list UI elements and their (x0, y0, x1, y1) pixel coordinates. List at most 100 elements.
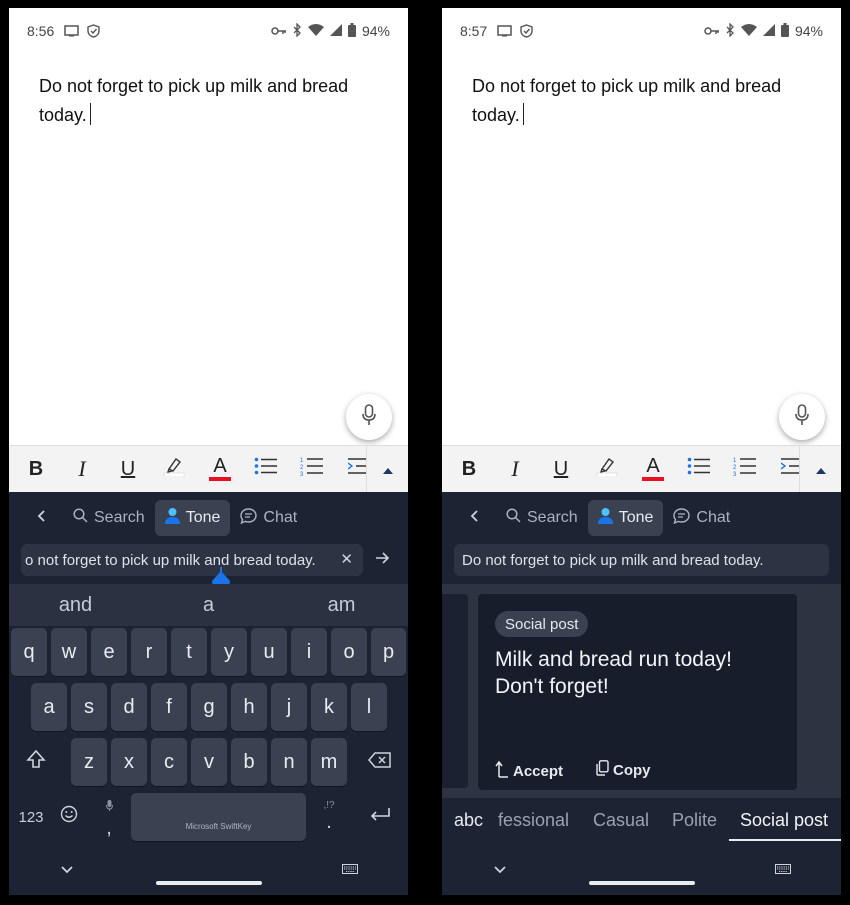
key-p[interactable]: p (371, 628, 406, 676)
key-t[interactable]: t (171, 628, 207, 676)
highlighter-icon (596, 455, 618, 483)
bold-button[interactable]: B (446, 446, 492, 493)
key-d[interactable]: d (111, 683, 147, 731)
key-h[interactable]: h (231, 683, 267, 731)
font-color-icon: A (642, 456, 664, 481)
key-y[interactable]: y (211, 628, 247, 676)
shift-key[interactable] (11, 738, 61, 786)
tab-casual[interactable]: Casual (593, 810, 649, 831)
indent-icon (780, 457, 801, 481)
keyboard-switch-button[interactable] (342, 861, 358, 879)
underline-button[interactable]: U (538, 446, 584, 493)
document-body[interactable]: Do not forget to pick up milk and bread … (39, 72, 384, 130)
key-l[interactable]: l (351, 683, 387, 731)
bold-button[interactable]: B (13, 446, 59, 493)
key-a[interactable]: a (31, 683, 67, 731)
key-j[interactable]: j (271, 683, 307, 731)
shield-icon (520, 24, 533, 38)
tone-icon (597, 507, 613, 529)
numbered-list-button[interactable]: 123 (289, 446, 335, 493)
key-u[interactable]: u (251, 628, 287, 676)
chat-tab[interactable]: Chat (663, 500, 740, 536)
key-q[interactable]: q (11, 628, 47, 676)
key-k[interactable]: k (311, 683, 347, 731)
tab-abc[interactable]: abc (454, 810, 483, 831)
document-body[interactable]: Do not forget to pick up milk and bread … (472, 72, 817, 130)
numbers-key[interactable]: 123 (11, 793, 51, 841)
key-z[interactable]: z (71, 738, 107, 786)
search-tab[interactable]: Search (63, 500, 155, 536)
key-c[interactable]: c (151, 738, 187, 786)
keyboard-back-button[interactable] (452, 509, 496, 527)
key-i[interactable]: i (291, 628, 327, 676)
accept-button[interactable]: Accept (495, 760, 563, 782)
dictate-button[interactable] (346, 394, 392, 440)
toolbar-expand-button[interactable] (366, 446, 408, 493)
svg-text:2: 2 (733, 465, 737, 471)
keyboard-icon (342, 861, 358, 878)
key-f[interactable]: f (151, 683, 187, 731)
toolbar-expand-button[interactable] (799, 446, 841, 493)
accept-label: Accept (513, 762, 564, 780)
period-key[interactable]: ,!? . (311, 793, 347, 841)
font-color-button[interactable]: A (630, 446, 676, 493)
chevron-down-icon (494, 861, 506, 878)
key-r[interactable]: r (131, 628, 167, 676)
key-o[interactable]: o (331, 628, 367, 676)
mic-hint-icon (105, 794, 113, 817)
key-g[interactable]: g (191, 683, 227, 731)
keyboard-back-button[interactable] (19, 509, 63, 527)
emoji-key[interactable] (51, 793, 87, 841)
italic-button[interactable]: I (59, 446, 105, 493)
hide-keyboard-button[interactable] (61, 861, 73, 879)
tab-social-post[interactable]: Social post (740, 810, 828, 831)
numbered-list-button[interactable]: 123 (722, 446, 768, 493)
bullet-list-button[interactable] (243, 446, 289, 493)
font-color-button[interactable]: A (197, 446, 243, 493)
backspace-key[interactable] (355, 738, 405, 786)
chevron-left-icon (37, 509, 45, 527)
previous-card[interactable] (442, 594, 468, 788)
highlight-button[interactable] (151, 446, 197, 493)
chat-tab[interactable]: Chat (230, 500, 307, 536)
key-w[interactable]: w (51, 628, 87, 676)
key-e[interactable]: e (91, 628, 127, 676)
suggestion-3[interactable]: am (275, 594, 408, 617)
search-tab[interactable]: Search (496, 500, 588, 536)
tone-tab[interactable]: Tone (587, 500, 664, 536)
italic-button[interactable]: I (492, 446, 538, 493)
battery-icon (780, 22, 789, 40)
clear-icon[interactable]: ✕ (340, 550, 353, 568)
dictate-button[interactable] (779, 394, 825, 440)
copy-button[interactable]: Copy (596, 760, 651, 780)
underline-button[interactable]: U (105, 446, 151, 493)
emoji-icon (60, 805, 78, 829)
suggestion-2[interactable]: a (142, 594, 275, 617)
key-b[interactable]: b (231, 738, 267, 786)
enter-key[interactable] (355, 793, 405, 841)
key-n[interactable]: n (271, 738, 307, 786)
numbered-list-icon: 123 (300, 456, 324, 482)
highlight-button[interactable] (584, 446, 630, 493)
hide-keyboard-button[interactable] (494, 861, 506, 879)
font-color-letter: A (213, 455, 227, 477)
key-x[interactable]: x (111, 738, 147, 786)
keyboard-switch-button[interactable] (775, 861, 791, 879)
key-v[interactable]: v (191, 738, 227, 786)
keyboard-nav: Search Tone Chat (9, 500, 408, 536)
bullet-list-button[interactable] (676, 446, 722, 493)
suggestion-1[interactable]: and (9, 594, 142, 617)
tone-input[interactable]: o not forget to pick up milk and bread t… (21, 544, 363, 576)
tone-tab[interactable]: Tone (154, 500, 231, 536)
tone-input[interactable]: Do not forget to pick up milk and bread … (454, 544, 829, 576)
format-toolbar: B I U A 123 (9, 445, 408, 493)
key-s[interactable]: s (71, 683, 107, 731)
tab-professional[interactable]: fessional (498, 810, 569, 831)
key-m[interactable]: m (311, 738, 347, 786)
search-icon (73, 508, 88, 528)
tab-polite[interactable]: Polite (672, 810, 717, 831)
comma-key[interactable]: , (91, 793, 127, 841)
space-key[interactable]: Microsoft SwiftKey (131, 793, 306, 841)
cast-icon (497, 25, 512, 37)
submit-button[interactable] (365, 551, 401, 569)
